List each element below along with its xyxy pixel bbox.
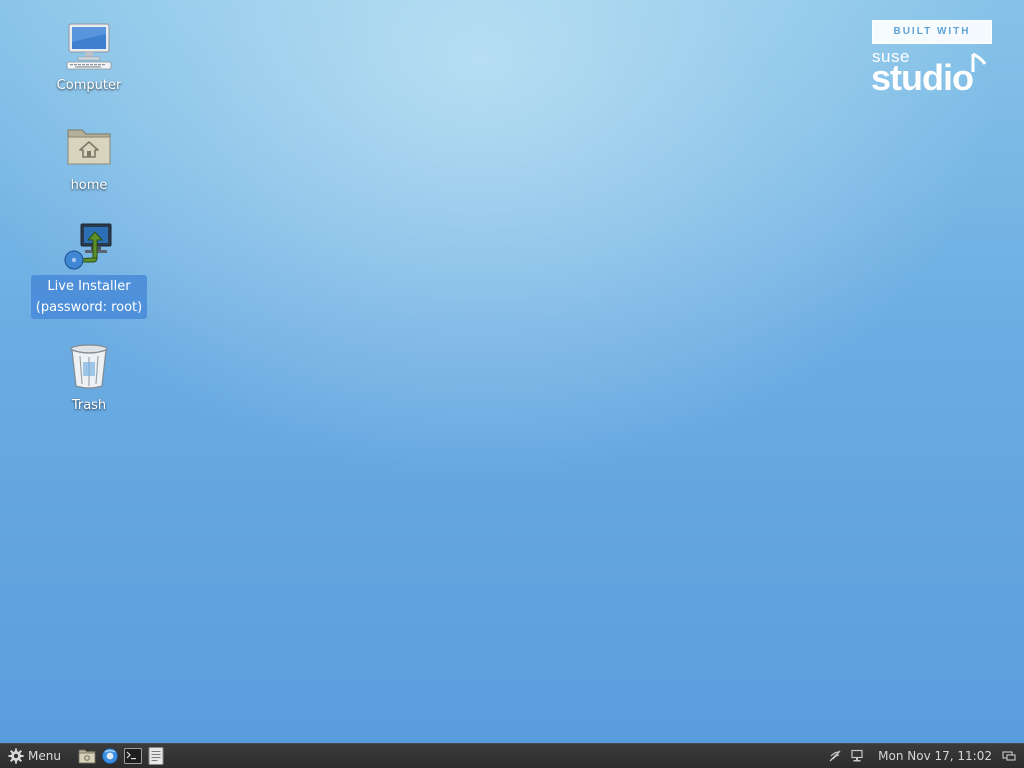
system-tray: Mon Nov 17, 11:02: [824, 744, 1024, 768]
taskbar: Menu Mon Nov 17, 11:02: [0, 743, 1024, 768]
tray-display[interactable]: [848, 747, 866, 765]
tray-network[interactable]: [826, 747, 844, 765]
desktop-icon-label: Computer: [56, 78, 122, 93]
installer-icon: [64, 223, 112, 270]
web-browser-icon: [102, 748, 118, 764]
panel-launchers: [75, 745, 167, 767]
launcher-terminal[interactable]: [122, 745, 144, 767]
menu-button[interactable]: Menu: [0, 744, 67, 768]
suse-studio-logo: BUILT WITH suse studio: [871, 20, 992, 98]
launcher-text-editor[interactable]: [145, 745, 167, 767]
computer-icon: [66, 23, 112, 70]
show-desktop-icon: [1002, 751, 1016, 761]
text-editor-icon: [148, 747, 164, 765]
gear-icon: [8, 748, 24, 764]
display-icon: [851, 749, 863, 762]
built-with-badge: BUILT WITH: [872, 20, 992, 44]
desktop-icon-label: Trash: [71, 398, 107, 413]
desktop[interactable]: Computer home Live Installer (password: …: [0, 0, 1024, 743]
network-icon: [829, 750, 841, 762]
menu-label: Menu: [28, 749, 61, 763]
studio-logo-text: studio: [871, 57, 974, 98]
desktop-icon-trash[interactable]: Trash: [29, 340, 149, 416]
desktop-icon-live-installer[interactable]: Live Installer (password: root): [29, 220, 149, 319]
launcher-file-manager[interactable]: [76, 745, 98, 767]
music-note-icon: [971, 52, 987, 72]
desktop-icon-computer[interactable]: Computer: [29, 20, 149, 96]
desktop-icon-label: home: [70, 178, 108, 193]
trash-icon: [70, 344, 108, 389]
home-folder-icon: [67, 129, 111, 165]
launcher-web-browser[interactable]: [99, 745, 121, 767]
desktop-icon-label: Live Installer (password: root): [30, 275, 148, 319]
terminal-icon: [123, 748, 142, 764]
desktop-icon-home[interactable]: home: [29, 120, 149, 196]
file-manager-icon: [78, 749, 96, 764]
clock[interactable]: Mon Nov 17, 11:02: [878, 749, 992, 763]
show-desktop-button[interactable]: [1000, 747, 1018, 765]
